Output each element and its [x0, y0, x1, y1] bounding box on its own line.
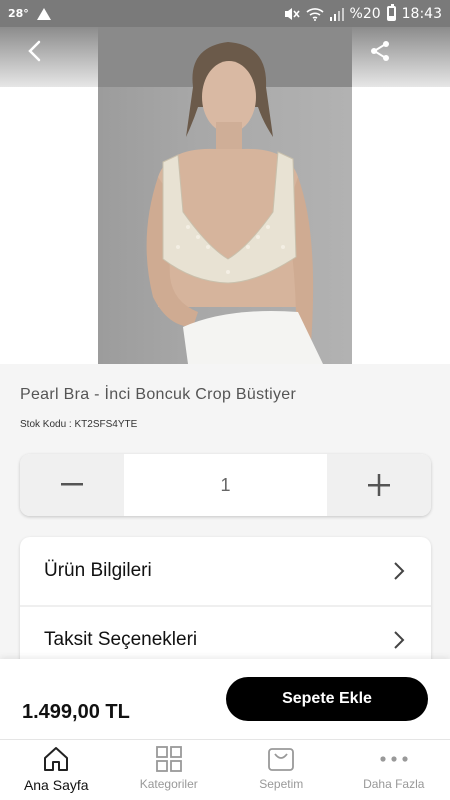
- tab-label: Daha Fazla: [363, 777, 425, 791]
- menu-item-label: Taksit Seçenekleri: [44, 629, 198, 650]
- grid-icon: [155, 746, 182, 772]
- product-price: 1.499,00 TL: [22, 701, 130, 723]
- more-icon: [380, 756, 408, 762]
- battery-percent: %20: [349, 5, 381, 22]
- chevron-right-icon: [394, 562, 405, 580]
- product-info-menu: Ürün Bilgileri Taksit Seçenekleri: [20, 537, 431, 677]
- clock: 18:43: [401, 5, 442, 22]
- home-icon: [44, 747, 69, 771]
- chevron-right-icon: [394, 631, 405, 649]
- shopping-bag-icon: [268, 748, 295, 771]
- decrease-quantity-button[interactable]: [20, 454, 124, 516]
- minus-icon: [61, 483, 83, 486]
- tab-categories[interactable]: Kategoriler: [113, 740, 226, 800]
- increase-quantity-button[interactable]: [327, 454, 431, 516]
- tab-home[interactable]: Ana Sayfa: [0, 740, 113, 800]
- tab-cart[interactable]: Sepetim: [225, 740, 338, 800]
- add-to-cart-button[interactable]: Sepete Ekle: [226, 677, 428, 721]
- quantity-stepper: 1: [20, 454, 431, 516]
- tab-label: Ana Sayfa: [23, 777, 89, 793]
- temperature-label: 28°: [8, 7, 29, 20]
- product-title: Pearl Bra - İnci Boncuk Crop Büstiyer: [20, 386, 297, 403]
- tab-label: Sepetim: [259, 777, 304, 791]
- signal-icon: [329, 7, 344, 21]
- quantity-value[interactable]: 1: [124, 454, 327, 516]
- status-bar: 28° %20 18:43: [0, 0, 450, 27]
- share-icon: [371, 41, 389, 61]
- purchase-bar: 1.499,00 TL Sepete Ekle: [0, 659, 450, 739]
- share-button[interactable]: [366, 37, 394, 65]
- wifi-icon: [305, 7, 324, 21]
- menu-item-label: Ürün Bilgileri: [44, 560, 152, 581]
- product-gallery[interactable]: [0, 27, 450, 364]
- chevron-left-icon: [28, 40, 41, 62]
- menu-item-product-info[interactable]: Ürün Bilgileri: [20, 537, 431, 605]
- plus-icon: [368, 474, 390, 496]
- product-sku: Stok Kodu : KT2SFS4YTE: [20, 419, 138, 430]
- back-button[interactable]: [20, 37, 48, 65]
- bottom-tab-bar: Ana Sayfa Kategoriler Sepetim Daha Fazla: [0, 739, 450, 800]
- product-image[interactable]: [98, 27, 352, 364]
- tab-label: Kategoriler: [139, 777, 198, 791]
- mute-icon: [284, 7, 300, 20]
- warning-icon: [36, 7, 51, 20]
- battery-icon: [386, 4, 396, 21]
- tab-more[interactable]: Daha Fazla: [338, 740, 450, 800]
